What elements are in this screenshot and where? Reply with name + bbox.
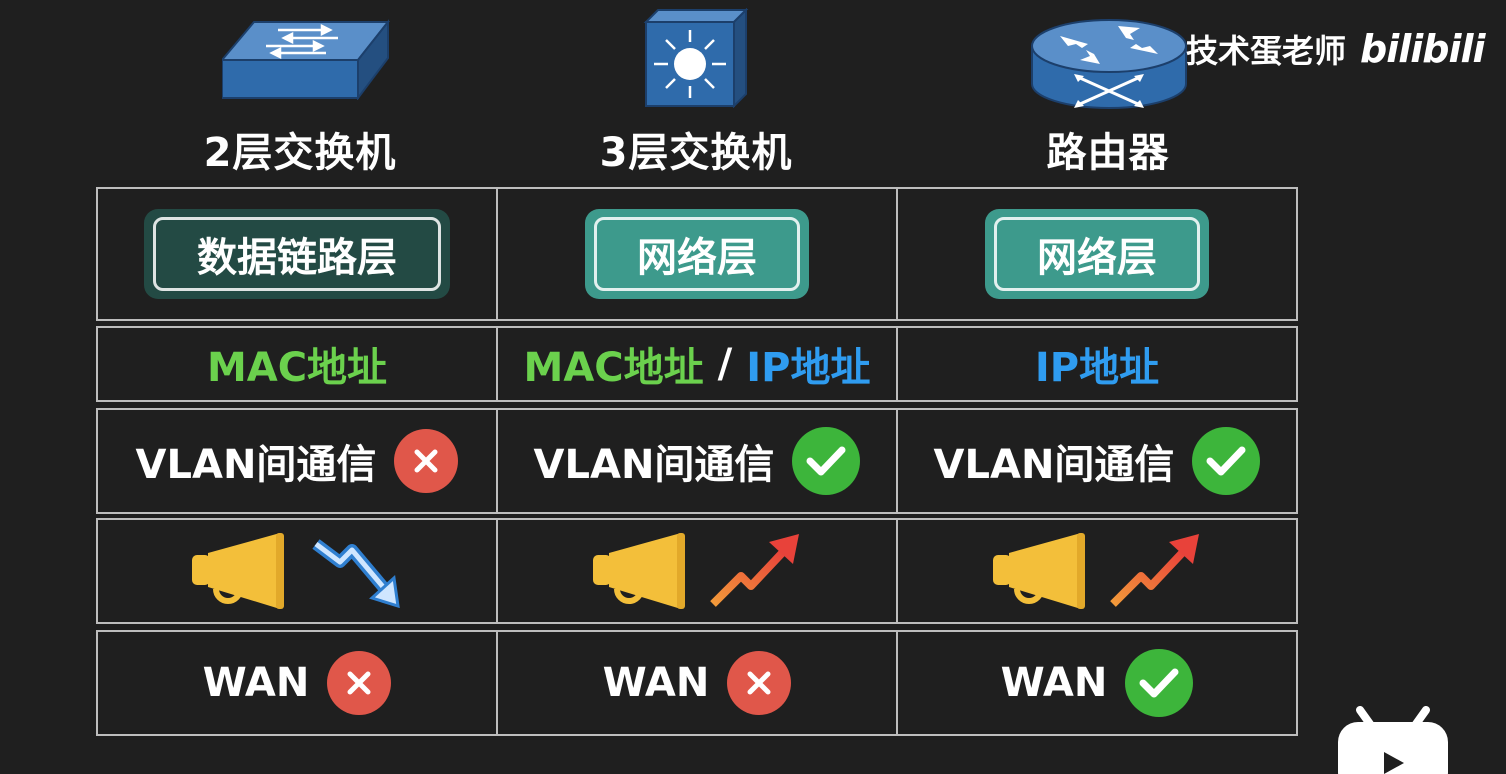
wan-label: WAN bbox=[202, 660, 310, 706]
layer-cell-1: 数据链路层 bbox=[96, 187, 498, 321]
wan-label: WAN bbox=[1000, 660, 1108, 706]
cross-icon bbox=[727, 651, 792, 715]
vlan-cell-1: VLAN间通信 bbox=[96, 408, 498, 514]
check-icon bbox=[792, 427, 861, 495]
ip-address-label: IP地址 bbox=[746, 345, 871, 391]
separator: / bbox=[717, 341, 733, 387]
device-title-layer2-switch: 2层交换机 bbox=[203, 130, 397, 176]
router-icon bbox=[1031, 19, 1187, 109]
mac-address-label: MAC地址 bbox=[523, 345, 704, 391]
address-cell-1: MAC地址 bbox=[96, 326, 498, 402]
check-icon bbox=[1125, 649, 1194, 717]
wan-cell-3: WAN bbox=[896, 630, 1298, 736]
layer3-switch-icon bbox=[643, 8, 749, 108]
vlan-label: VLAN间通信 bbox=[135, 442, 377, 488]
layer-badge: 网络层 bbox=[985, 209, 1209, 299]
broadcast-cell-3 bbox=[896, 518, 1298, 624]
vlan-cell-2: VLAN间通信 bbox=[496, 408, 898, 514]
layer-badge: 网络层 bbox=[585, 209, 809, 299]
broadcast-cell-1 bbox=[96, 518, 498, 624]
vlan-label: VLAN间通信 bbox=[933, 442, 1175, 488]
tv-mascot-icon bbox=[1338, 706, 1448, 774]
device-title-layer3-switch: 3层交换机 bbox=[599, 130, 793, 176]
trend-up-icon bbox=[710, 534, 799, 607]
layer-cell-3: 网络层 bbox=[896, 187, 1298, 321]
address-cell-3: IP地址 bbox=[896, 326, 1298, 402]
device-title-router: 路由器 bbox=[1046, 130, 1170, 176]
megaphone-icon bbox=[593, 533, 685, 609]
layer2-switch-icon bbox=[222, 19, 390, 100]
bilibili-logo: bilibili bbox=[1360, 27, 1486, 71]
mac-address-label: MAC地址 bbox=[206, 345, 388, 391]
cross-icon bbox=[394, 429, 459, 493]
ip-address-label: IP地址 bbox=[1034, 345, 1160, 391]
wan-cell-1: WAN bbox=[96, 630, 498, 736]
watermark-author: 技术蛋老师 bbox=[1186, 32, 1347, 70]
layer-badge: 数据链路层 bbox=[144, 209, 450, 299]
trend-down-icon bbox=[312, 539, 400, 608]
megaphone-icon bbox=[192, 533, 284, 609]
check-icon bbox=[1192, 427, 1261, 495]
cross-icon bbox=[327, 651, 392, 715]
watermark: 技术蛋老师 bilibili bbox=[1186, 26, 1486, 72]
megaphone-icon bbox=[993, 533, 1085, 609]
address-cell-2: MAC地址 / IP地址 bbox=[496, 326, 898, 402]
vlan-label: VLAN间通信 bbox=[533, 442, 775, 488]
wan-label: WAN bbox=[602, 660, 710, 706]
wan-cell-2: WAN bbox=[496, 630, 898, 736]
trend-up-icon bbox=[1110, 534, 1199, 607]
layer-cell-2: 网络层 bbox=[496, 187, 898, 321]
vlan-cell-3: VLAN间通信 bbox=[896, 408, 1298, 514]
broadcast-cell-2 bbox=[496, 518, 898, 624]
